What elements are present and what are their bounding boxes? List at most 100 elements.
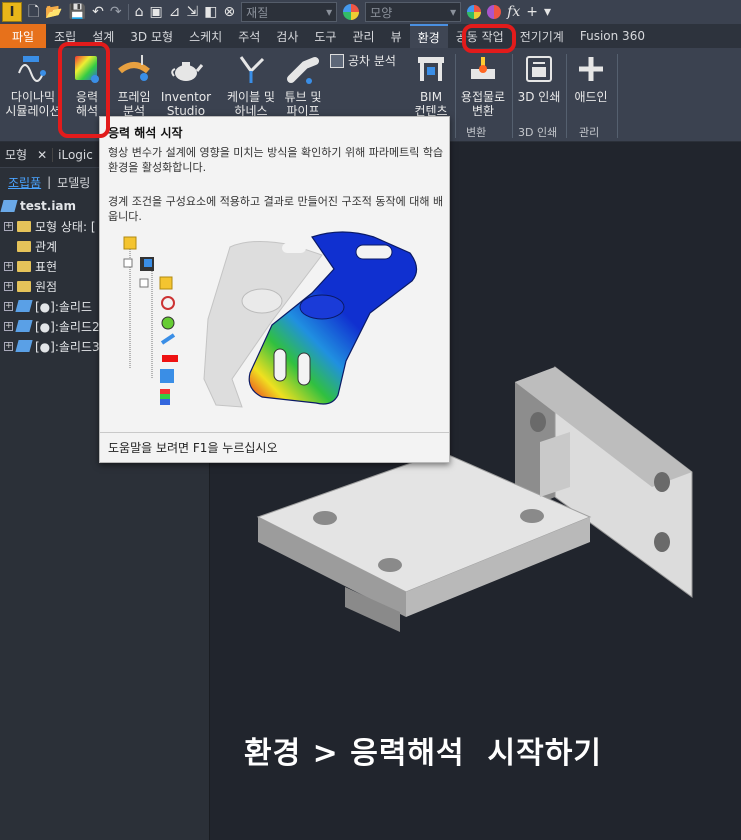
tab-electromechanical[interactable]: 전기기계 <box>512 24 572 48</box>
expand-icon[interactable]: + <box>4 321 13 331</box>
tab-fusion360[interactable]: Fusion 360 <box>572 24 653 48</box>
bim-content-icon <box>414 52 448 86</box>
appearance-ball-icon[interactable]: ⊗ <box>223 5 235 19</box>
expand-icon[interactable]: + <box>4 261 13 271</box>
tree-item-label: test.iam <box>20 199 77 213</box>
tube-pipe-icon <box>286 52 320 86</box>
part-icon <box>15 300 33 312</box>
stress-analysis-button[interactable]: 응력 해석 <box>62 52 112 118</box>
instruction-caption: 환경 > 응력해석 시작하기 <box>244 736 602 771</box>
frame-analysis-button[interactable]: 프레임 분석 <box>110 52 158 118</box>
frame-analysis-icon <box>117 52 151 86</box>
color-override-icon[interactable] <box>343 4 360 20</box>
group-label-manage: 관리 <box>579 126 600 139</box>
tooltip-description-secondary: 경계 조건을 구성요소에 적용하고 결과로 만들어진 구조적 동작에 대해 배웁… <box>108 195 444 223</box>
tab-model[interactable]: 모형 <box>0 146 32 163</box>
3d-print-icon <box>522 52 556 86</box>
customize-chevron-icon[interactable]: ▾ <box>544 5 551 19</box>
group-label-3d-print: 3D 인쇄 <box>518 126 558 139</box>
separator <box>127 4 129 20</box>
tab-tools[interactable]: 도구 <box>306 24 344 48</box>
shapes-icon[interactable]: ◧ <box>204 5 217 19</box>
part-icon <box>15 340 33 352</box>
mini-browser-tree <box>123 236 178 405</box>
tree-item-label: [●]:솔리드 <box>35 299 92 314</box>
addins-button[interactable]: 애드인 <box>568 52 614 104</box>
dynamic-simulation-label: 다이나믹 시뮬레이션 <box>5 90 61 118</box>
parameters-fx-icon[interactable]: fx <box>507 5 520 19</box>
view-modeling[interactable]: 모델링 <box>57 174 90 191</box>
inventor-studio-label: Inventor Studio <box>160 90 212 118</box>
inventor-window: I 🗋 📂 💾 ↶ ↷ ⌂ ▣ ⊿ ⇲ ◧ ⊗ 재질 ▾ 모양 ▾ fx + ▾… <box>0 0 741 840</box>
bim-content-button[interactable]: BIM 컨텐츠 <box>404 52 458 118</box>
adjust-appearance-icon[interactable] <box>467 5 482 19</box>
ribbon-separator <box>617 54 618 138</box>
3d-print-button[interactable]: 3D 인쇄 <box>514 52 564 104</box>
weldment-icon <box>466 52 500 86</box>
bolt-hole <box>520 509 544 523</box>
home-icon[interactable]: ⌂ <box>135 5 144 19</box>
convert-to-weldment-button[interactable]: 용접물로 변환 <box>456 52 510 118</box>
material-placeholder: 재질 <box>246 5 269 20</box>
tab-view[interactable]: 뷰 <box>383 24 410 48</box>
tab-manage[interactable]: 관리 <box>344 24 382 48</box>
ribbon-separator <box>566 54 567 138</box>
divider: | <box>47 175 52 189</box>
measure-icon[interactable]: ⊿ <box>169 5 181 19</box>
cable-harness-label: 케이블 및 하네스 <box>227 90 275 118</box>
tooltip-title: 응력 해석 시작 <box>108 126 183 140</box>
undo-icon[interactable]: ↶ <box>92 5 104 19</box>
inventor-logo-icon[interactable]: I <box>2 2 22 22</box>
folder-icon <box>17 220 31 232</box>
tree-item-label: 관계 <box>35 239 58 254</box>
tab-inspect[interactable]: 검사 <box>268 24 306 48</box>
stress-analysis-tooltip: 응력 해석 시작 형상 변수가 설계에 영향을 미치는 방식을 확인하기 위해 … <box>99 116 450 463</box>
dynamic-simulation-button[interactable]: 다이나믹 시뮬레이션 <box>4 52 62 118</box>
folder-icon <box>17 260 31 272</box>
tab-collaborate[interactable]: 공동 작업 <box>448 24 512 48</box>
convert-to-weldment-label: 용접물로 변환 <box>460 90 506 118</box>
cable-harness-button[interactable]: 케이블 및 하네스 <box>222 52 280 118</box>
select-icon[interactable]: ⇲ <box>186 5 198 19</box>
save-icon[interactable]: 💾 <box>69 5 86 19</box>
inventor-studio-button[interactable]: Inventor Studio <box>158 52 214 118</box>
stress-analysis-icon <box>70 52 104 86</box>
tab-design[interactable]: 설계 <box>84 24 122 48</box>
appearance-dropdown[interactable]: 모양 ▾ <box>365 2 462 22</box>
tab-assemble[interactable]: 조립 <box>46 24 84 48</box>
clear-appearance-icon[interactable] <box>487 5 502 19</box>
add-icon[interactable]: + <box>526 5 538 19</box>
tab-environments[interactable]: 환경 <box>409 24 448 48</box>
close-icon[interactable]: ✕ <box>32 148 52 162</box>
folder-icon <box>17 240 31 252</box>
new-file-icon[interactable]: 🗋 <box>28 5 39 19</box>
bolt-hole <box>530 412 546 432</box>
material-dropdown[interactable]: 재질 ▾ <box>241 2 338 22</box>
tube-pipe-button[interactable]: 튜브 및 파이프 <box>278 52 328 118</box>
tab-sketch[interactable]: 스케치 <box>181 24 230 48</box>
ribbon-separator <box>512 54 513 138</box>
bolt-hole <box>654 532 670 552</box>
quick-access-toolbar: I 🗋 📂 💾 ↶ ↷ ⌂ ▣ ⊿ ⇲ ◧ ⊗ 재질 ▾ 모양 ▾ fx + ▾ <box>0 0 741 24</box>
view-assembly[interactable]: 조립품 <box>8 174 41 191</box>
expand-icon[interactable]: + <box>4 341 13 351</box>
tolerance-analysis-button[interactable]: 공차 분석 <box>330 54 396 68</box>
expand-icon[interactable]: + <box>4 221 13 231</box>
update-icon[interactable]: ▣ <box>150 5 163 19</box>
expand-icon[interactable]: + <box>4 301 13 311</box>
3d-print-label: 3D 인쇄 <box>517 90 561 104</box>
tab-3d-model[interactable]: 3D 모형 <box>122 24 181 48</box>
tree-item-label: 모형 상태: [ <box>35 219 96 234</box>
open-folder-icon[interactable]: 📂 <box>45 5 62 19</box>
tab-ilogic[interactable]: iLogic <box>52 147 98 162</box>
tab-annotate[interactable]: 주석 <box>230 24 268 48</box>
appearance-placeholder: 모양 <box>370 5 393 20</box>
addins-label: 애드인 <box>574 90 608 104</box>
redo-icon[interactable]: ↷ <box>110 5 122 19</box>
tooltip-illustration <box>123 231 418 408</box>
tree-item-label: [●]:솔리드3 <box>35 339 100 354</box>
bolt-hole <box>654 472 670 492</box>
tab-file[interactable]: 파일 <box>0 24 47 48</box>
expand-icon[interactable]: + <box>4 281 13 291</box>
cable-harness-icon <box>234 52 268 86</box>
